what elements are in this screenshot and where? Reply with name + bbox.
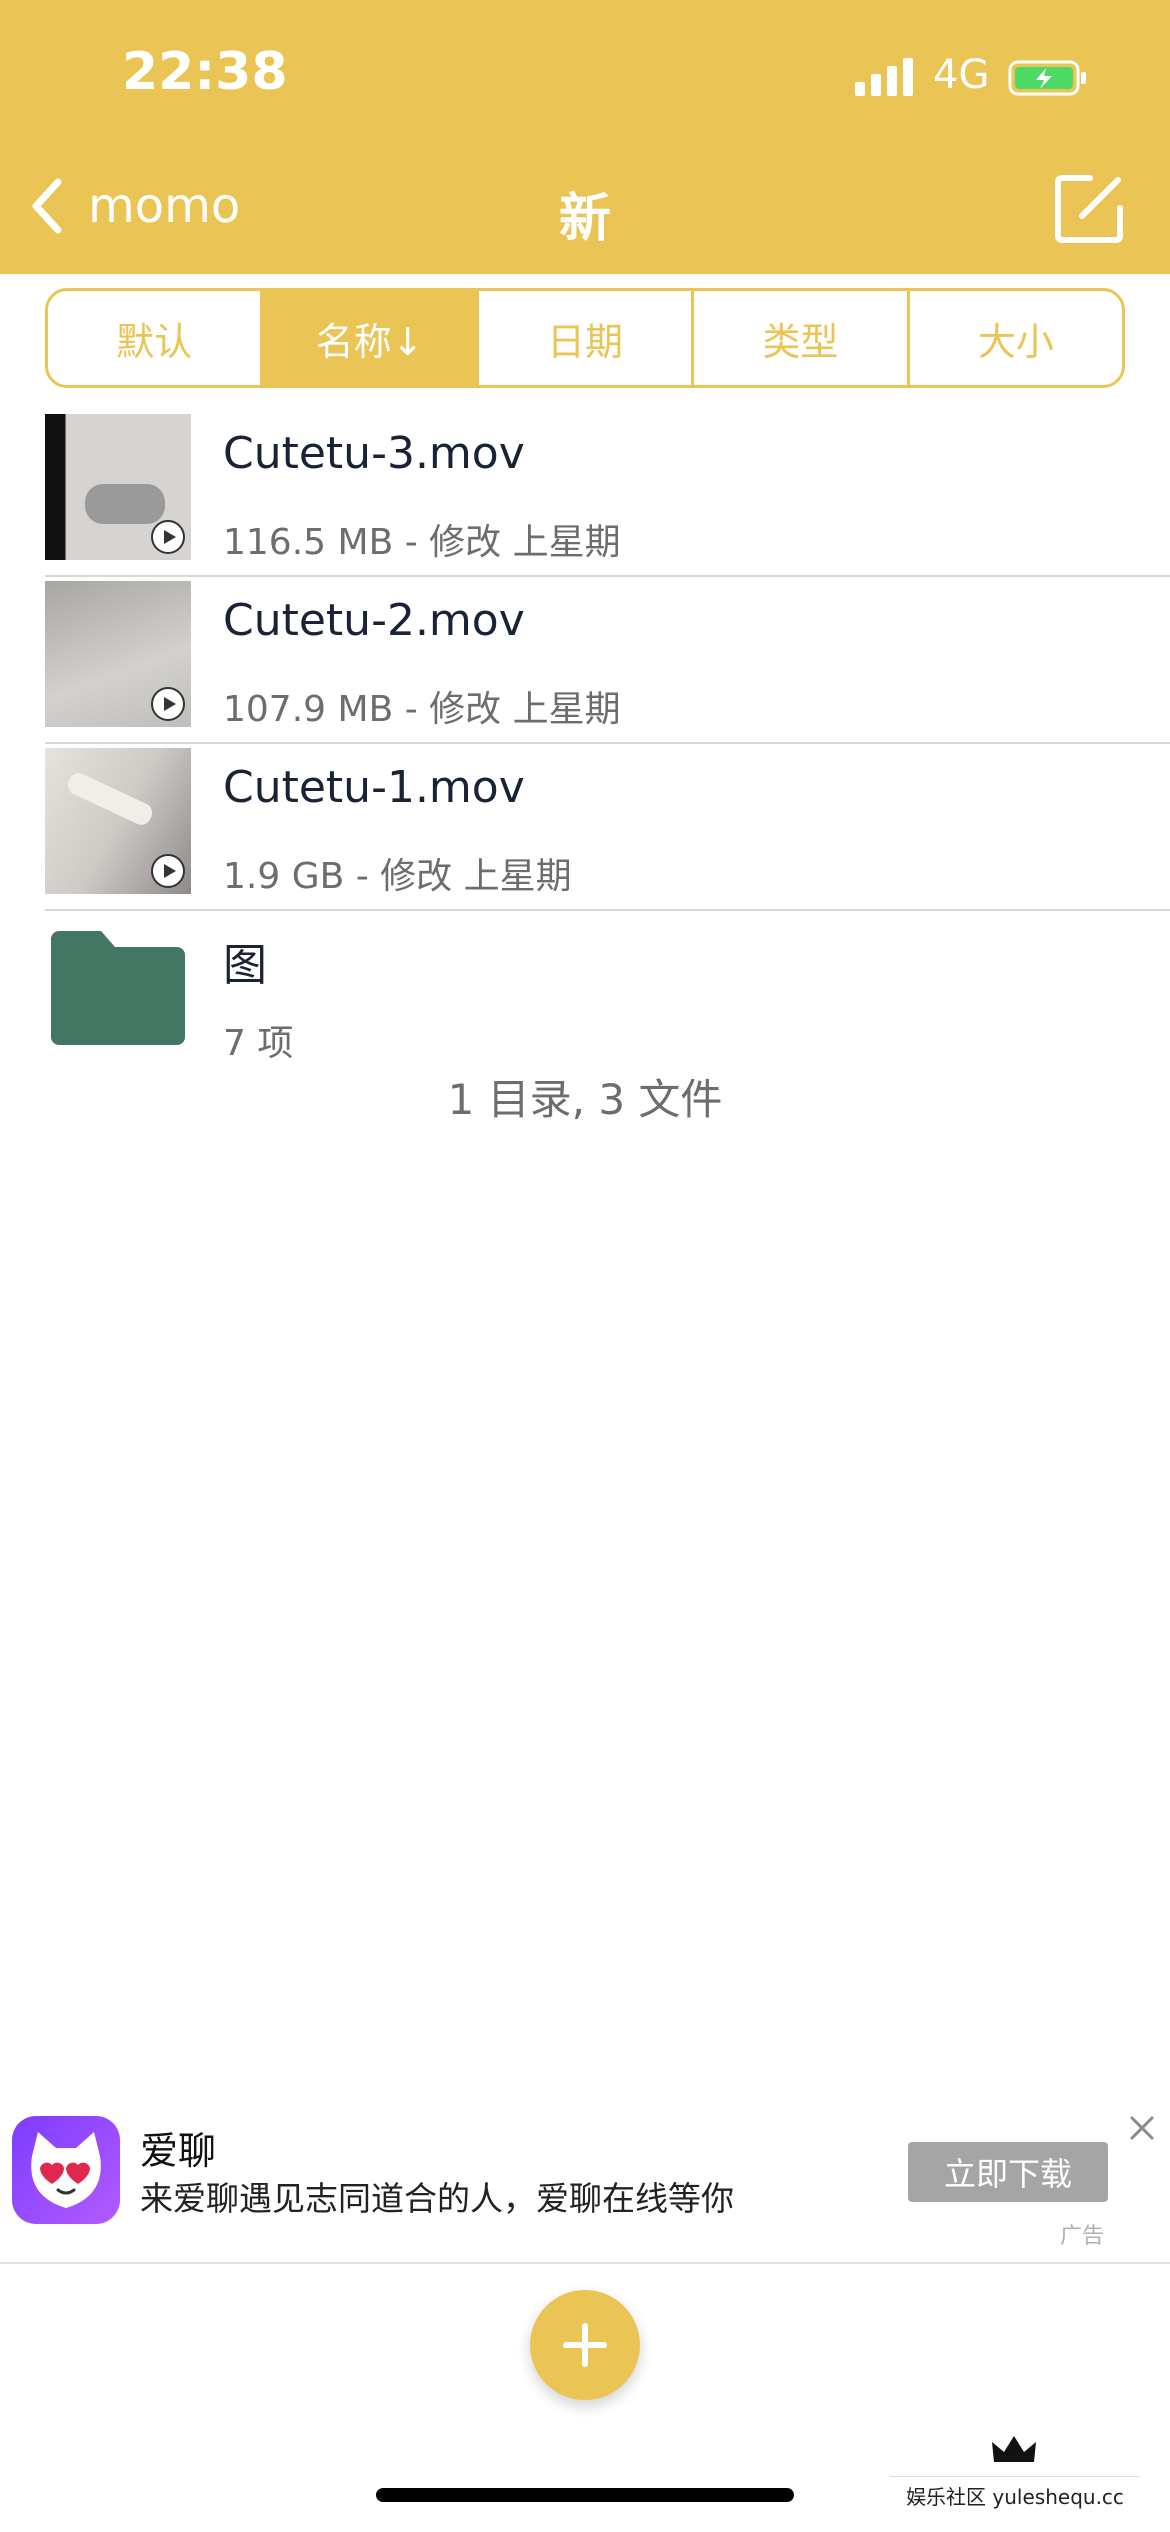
ad-title: 爱聊 — [140, 2129, 217, 2173]
home-indicator[interactable] — [376, 2488, 794, 2502]
file-name: Cutetu-2.mov — [223, 595, 525, 646]
back-button-label[interactable]: momo — [88, 178, 240, 234]
status-time: 22:38 — [122, 42, 288, 102]
list-summary: 1 目录, 3 文件 — [447, 1075, 723, 1124]
ad-app-icon — [12, 2116, 120, 2224]
ad-banner[interactable]: 爱聊 来爱聊遇见志同道合的人，爱聊在线等你 立即下载 广告 — [0, 2100, 1170, 2260]
ad-description: 来爱聊遇见志同道合的人，爱聊在线等你 — [140, 2179, 734, 2218]
file-name: Cutetu-3.mov — [223, 428, 525, 479]
edit-icon[interactable] — [1052, 170, 1128, 246]
crown-icon — [992, 2436, 1036, 2462]
network-type: 4G — [933, 52, 990, 98]
sort-name-tab[interactable]: 名称↓ — [263, 291, 479, 385]
play-icon — [151, 854, 185, 888]
cat-logo-icon — [31, 2132, 101, 2208]
folder-icon — [51, 931, 185, 1045]
video-thumbnail — [45, 414, 191, 560]
add-button[interactable] — [530, 2290, 640, 2400]
play-icon — [151, 520, 185, 554]
video-thumbnail — [45, 748, 191, 894]
back-chevron-icon[interactable] — [24, 170, 72, 242]
sort-type-tab[interactable]: 类型 — [694, 291, 910, 385]
file-meta: 107.9 MB - 修改 上星期 — [223, 689, 621, 730]
file-list: Cutetu-3.mov 116.5 MB - 修改 上星期 Cutetu-2.… — [0, 410, 1170, 1076]
file-row[interactable]: Cutetu-3.mov 116.5 MB - 修改 上星期 — [45, 410, 1170, 577]
video-thumbnail — [45, 581, 191, 727]
file-row[interactable]: Cutetu-2.mov 107.9 MB - 修改 上星期 — [45, 577, 1170, 744]
watermark-text: 娱乐社区 yuleshequ.cc — [890, 2476, 1140, 2510]
sort-default-tab[interactable]: 默认 — [48, 291, 264, 385]
ad-download-button[interactable]: 立即下载 — [908, 2142, 1108, 2202]
nav-header: 22:38 4G momo 新 — [0, 0, 1170, 274]
folder-row[interactable]: 图 7 项 — [45, 911, 1170, 1076]
file-meta: 1.9 GB - 修改 上星期 — [223, 856, 572, 897]
folder-meta: 7 项 — [223, 1023, 294, 1064]
play-icon — [151, 687, 185, 721]
close-icon[interactable] — [1124, 2110, 1160, 2146]
file-row[interactable]: Cutetu-1.mov 1.9 GB - 修改 上星期 — [45, 744, 1170, 911]
sort-segmented-control: 默认 名称↓ 日期 类型 大小 — [45, 288, 1125, 388]
battery-icon — [1008, 60, 1086, 96]
file-meta: 116.5 MB - 修改 上星期 — [223, 522, 621, 563]
signal-icon — [855, 58, 913, 96]
sort-size-tab[interactable]: 大小 — [910, 291, 1122, 385]
sort-date-tab[interactable]: 日期 — [479, 291, 695, 385]
divider — [0, 2262, 1170, 2264]
file-name: Cutetu-1.mov — [223, 762, 525, 813]
ad-tag: 广告 — [1060, 2224, 1105, 2249]
folder-name: 图 — [223, 940, 267, 991]
